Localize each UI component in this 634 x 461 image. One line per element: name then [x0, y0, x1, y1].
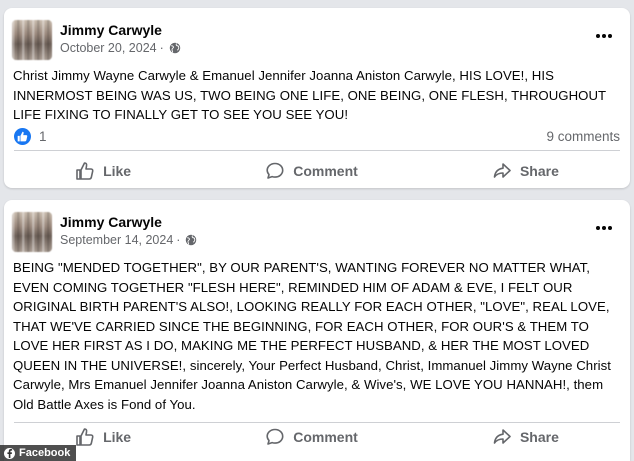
- share-button[interactable]: Share: [474, 421, 577, 453]
- post-text: Christ Jimmy Wayne Carwyle & Emanuel Jen…: [13, 68, 606, 122]
- watermark-label: Facebook: [19, 447, 71, 459]
- like-reaction-icon: [14, 127, 31, 145]
- post-stats: 1 9 comments: [14, 125, 620, 147]
- comment-icon: [266, 162, 284, 179]
- action-bar: Like Comment Share: [8, 154, 626, 188]
- comment-label: Comment: [293, 429, 358, 445]
- post-date[interactable]: September 14, 2024: [60, 233, 173, 247]
- reactions[interactable]: 1: [14, 127, 47, 145]
- comment-button[interactable]: Comment: [247, 421, 376, 453]
- comment-count[interactable]: 9 comments: [546, 129, 620, 144]
- share-label: Share: [519, 429, 559, 445]
- like-icon: [76, 428, 94, 446]
- reaction-count: 1: [39, 128, 47, 144]
- like-button[interactable]: Like: [57, 155, 149, 187]
- author-name[interactable]: Jimmy Carwyle: [60, 214, 162, 230]
- divider: [14, 150, 620, 151]
- post-meta: September 14, 2024 ·: [60, 233, 197, 247]
- post-meta: October 20, 2024 ·: [60, 41, 181, 55]
- action-bar: Like Comment Share: [8, 420, 626, 454]
- comment-button[interactable]: Comment: [247, 155, 376, 187]
- post-card: Jimmy Carwyle September 14, 2024 · BEING…: [4, 200, 630, 461]
- avatar[interactable]: [12, 212, 52, 252]
- more-options-icon[interactable]: [594, 28, 614, 44]
- globe-icon: [169, 42, 181, 54]
- post-date[interactable]: October 20, 2024: [60, 41, 157, 55]
- comment-label: Comment: [293, 163, 358, 179]
- facebook-logo-icon: [4, 447, 15, 459]
- like-label: Like: [103, 429, 132, 445]
- facebook-watermark: Facebook: [0, 445, 77, 461]
- share-icon: [493, 429, 511, 444]
- share-icon: [493, 163, 511, 178]
- more-options-icon[interactable]: [594, 220, 614, 236]
- post-text: BEING "MENDED TOGETHER", BY OUR PARENT'S…: [13, 260, 611, 412]
- post-card: Jimmy Carwyle October 20, 2024 · Christ …: [4, 8, 630, 188]
- like-icon: [76, 162, 94, 180]
- author-name[interactable]: Jimmy Carwyle: [60, 22, 162, 38]
- share-button[interactable]: Share: [474, 155, 577, 187]
- comment-icon: [266, 428, 284, 445]
- avatar[interactable]: [12, 20, 52, 60]
- share-label: Share: [519, 163, 559, 179]
- globe-icon: [186, 234, 197, 246]
- like-label: Like: [103, 163, 132, 179]
